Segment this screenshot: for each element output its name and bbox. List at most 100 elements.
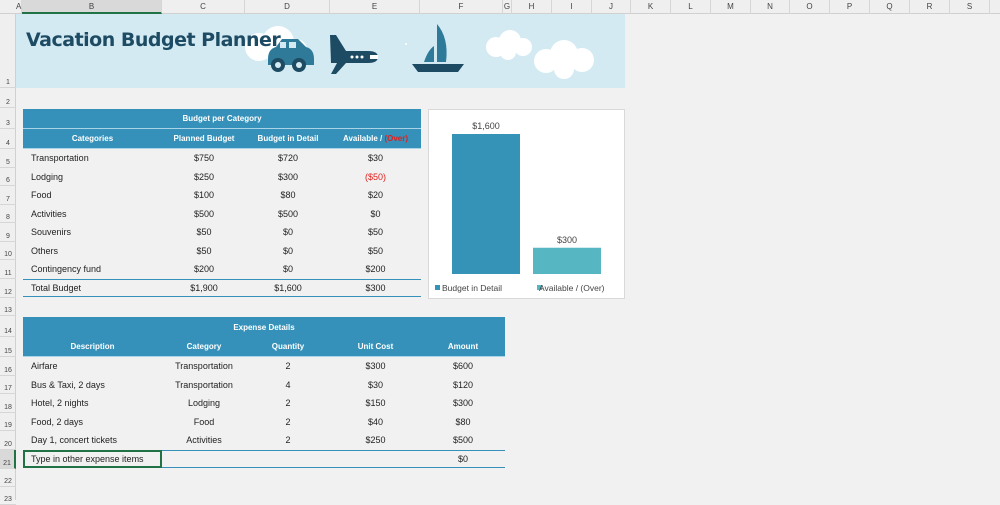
row-header[interactable]: 7 xyxy=(0,186,16,205)
row-header[interactable]: 3 xyxy=(0,108,16,129)
table-cell[interactable]: $0 xyxy=(330,209,421,219)
table-cell[interactable]: $100 xyxy=(162,190,246,200)
table-cell[interactable]: $30 xyxy=(330,380,421,390)
row-header[interactable]: 6 xyxy=(0,168,16,186)
row-header[interactable]: 10 xyxy=(0,242,16,260)
column-header[interactable]: N xyxy=(751,0,790,14)
table-cell[interactable]: ($50) xyxy=(330,172,421,182)
table-cell[interactable]: $1,600 xyxy=(246,283,330,293)
table-cell[interactable]: Day 1, concert tickets xyxy=(23,435,162,445)
table-cell[interactable]: $120 xyxy=(421,380,505,390)
column-header[interactable]: K xyxy=(631,0,671,14)
column-header[interactable]: L xyxy=(671,0,711,14)
row-header[interactable]: 23 xyxy=(0,487,16,505)
table-cell[interactable]: $0 xyxy=(246,246,330,256)
table-cell[interactable]: Activities xyxy=(23,209,162,219)
column-header[interactable]: G xyxy=(503,0,512,14)
table-cell[interactable]: Food xyxy=(23,190,162,200)
table-cell[interactable]: $300 xyxy=(246,172,330,182)
table-cell[interactable]: Food xyxy=(162,417,246,427)
budget-chart[interactable]: $1,600 Budget in Detail $300 Available / (O… xyxy=(428,109,625,299)
table-cell[interactable]: Hotel, 2 nights xyxy=(23,398,162,408)
table-cell[interactable]: $0 xyxy=(246,264,330,274)
bar-0[interactable] xyxy=(452,134,520,274)
bar-1[interactable] xyxy=(533,247,601,274)
table-cell[interactable]: 2 xyxy=(246,398,330,408)
table-cell[interactable]: 4 xyxy=(246,380,330,390)
row-header[interactable]: 22 xyxy=(0,469,16,487)
table-cell[interactable]: $500 xyxy=(162,209,246,219)
column-header[interactable]: S xyxy=(950,0,990,14)
table-cell[interactable]: Transportation xyxy=(162,361,246,371)
column-header[interactable]: J xyxy=(592,0,631,14)
table-cell[interactable]: $600 xyxy=(421,361,505,371)
row-header[interactable]: 12 xyxy=(0,279,16,298)
table-cell[interactable]: $300 xyxy=(421,398,505,408)
table-cell[interactable]: 2 xyxy=(246,361,330,371)
column-header[interactable]: O xyxy=(790,0,830,14)
column-header[interactable]: I xyxy=(552,0,592,14)
table-cell[interactable]: $50 xyxy=(330,246,421,256)
column-header[interactable]: C xyxy=(162,0,245,14)
table-cell[interactable]: $50 xyxy=(330,227,421,237)
table-cell[interactable]: $150 xyxy=(330,398,421,408)
column-header[interactable]: D xyxy=(245,0,330,14)
row-header[interactable]: 19 xyxy=(0,413,16,431)
column-header[interactable]: R xyxy=(910,0,950,14)
table-cell[interactable]: $40 xyxy=(330,417,421,427)
column-header[interactable]: H xyxy=(512,0,552,14)
row-header[interactable]: 16 xyxy=(0,357,16,376)
table-cell[interactable]: Lodging xyxy=(23,172,162,182)
row-header[interactable]: 14 xyxy=(0,316,16,337)
table-cell[interactable]: $0 xyxy=(246,227,330,237)
table-cell[interactable]: Bus & Taxi, 2 days xyxy=(23,380,162,390)
table-cell[interactable]: Transportation xyxy=(162,380,246,390)
table-cell[interactable]: $200 xyxy=(162,264,246,274)
table-cell[interactable]: $1,900 xyxy=(162,283,246,293)
new-expense-input[interactable]: Type in other expense items xyxy=(23,449,162,468)
row-header[interactable]: 2 xyxy=(0,88,16,108)
table-cell[interactable]: 2 xyxy=(246,417,330,427)
table-cell[interactable]: Contingency fund xyxy=(23,264,162,274)
table-cell[interactable]: Others xyxy=(23,246,162,256)
table-cell[interactable]: $20 xyxy=(330,190,421,200)
table-cell[interactable]: Total Budget xyxy=(23,283,162,293)
row-header[interactable]: 9 xyxy=(0,223,16,242)
table-cell[interactable]: $50 xyxy=(162,227,246,237)
row-header[interactable]: 18 xyxy=(0,394,16,413)
table-cell[interactable]: Lodging xyxy=(162,398,246,408)
table-cell[interactable]: $80 xyxy=(421,417,505,427)
table-cell[interactable]: Airfare xyxy=(23,361,162,371)
table-cell[interactable]: $80 xyxy=(246,190,330,200)
column-header[interactable]: E xyxy=(330,0,420,14)
column-header[interactable]: B xyxy=(22,0,162,14)
table-cell[interactable]: $200 xyxy=(330,264,421,274)
column-header[interactable]: Q xyxy=(870,0,910,14)
row-header[interactable]: 8 xyxy=(0,205,16,223)
column-header[interactable]: M xyxy=(711,0,751,14)
table-cell[interactable]: Transportation xyxy=(23,153,162,163)
table-cell[interactable]: Food, 2 days xyxy=(23,417,162,427)
table-cell[interactable]: $720 xyxy=(246,153,330,163)
row-header[interactable]: 1 xyxy=(0,14,16,88)
column-header[interactable]: P xyxy=(830,0,870,14)
table-cell[interactable]: $750 xyxy=(162,153,246,163)
table-cell[interactable]: $30 xyxy=(330,153,421,163)
table-cell[interactable]: $500 xyxy=(421,435,505,445)
table-cell[interactable]: $250 xyxy=(330,435,421,445)
row-header[interactable]: 20 xyxy=(0,431,16,450)
row-header[interactable]: 5 xyxy=(0,149,16,168)
row-header[interactable]: 21 xyxy=(0,450,16,469)
table-cell[interactable]: $300 xyxy=(330,361,421,371)
table-cell[interactable]: $50 xyxy=(162,246,246,256)
table-cell[interactable]: $500 xyxy=(246,209,330,219)
row-header[interactable]: 13 xyxy=(0,298,16,316)
row-header[interactable]: 17 xyxy=(0,376,16,394)
table-cell[interactable]: Souvenirs xyxy=(23,227,162,237)
column-header[interactable]: F xyxy=(420,0,503,14)
table-cell[interactable]: 2 xyxy=(246,435,330,445)
table-cell[interactable]: $300 xyxy=(330,283,421,293)
row-header[interactable]: 4 xyxy=(0,129,16,149)
table-cell[interactable]: Activities xyxy=(162,435,246,445)
row-header[interactable]: 15 xyxy=(0,337,16,357)
